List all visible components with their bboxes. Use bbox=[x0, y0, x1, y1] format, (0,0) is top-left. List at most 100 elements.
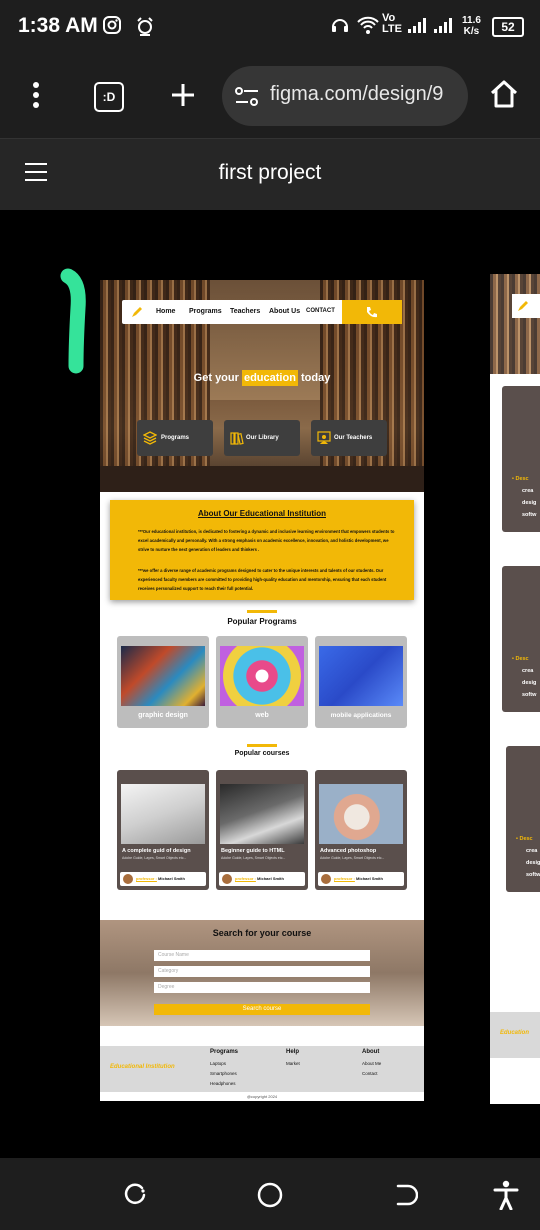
accessibility-icon[interactable] bbox=[492, 1180, 520, 1215]
figma-canvas[interactable]: Home Programs Teachers About Us CONTACT … bbox=[0, 210, 540, 1158]
course-subtitle: Adobe Guide, Layes, Smart Objects etc... bbox=[320, 856, 385, 860]
course-title: A complete guid of design bbox=[122, 848, 191, 854]
popular-programs-title: Popular Programs bbox=[227, 617, 297, 626]
nav-link-home[interactable]: Home bbox=[156, 308, 175, 315]
avatar bbox=[321, 874, 331, 884]
course-professor: professor : Michael Smith bbox=[219, 872, 305, 886]
partial-card: • Desc crea desig softw bbox=[502, 386, 540, 532]
program-label: graphic design bbox=[138, 712, 188, 719]
nav-link-contact[interactable]: CONTACT bbox=[306, 308, 335, 314]
design-frame-partial[interactable]: • Desc crea desig softw • Desc crea desi… bbox=[490, 274, 540, 1104]
headphones-icon bbox=[330, 15, 350, 40]
graphic-design-image bbox=[121, 646, 205, 706]
course-title: Beginner guide to HTML bbox=[221, 848, 285, 854]
program-card-web[interactable]: web bbox=[216, 636, 308, 728]
wifi-icon bbox=[356, 15, 380, 40]
footer-heading: Help bbox=[286, 1049, 300, 1055]
section-divider bbox=[247, 744, 277, 747]
site-footer: Educational Institution Programs Laptops… bbox=[100, 1046, 424, 1092]
library-shelf bbox=[490, 274, 540, 374]
program-label: web bbox=[255, 712, 269, 719]
program-card-graphic-design[interactable]: graphic design bbox=[117, 636, 209, 728]
category-input[interactable]: Category bbox=[154, 966, 370, 977]
figma-header: first project bbox=[0, 139, 540, 210]
pencil-logo-icon bbox=[130, 305, 144, 324]
hero-card-teachers[interactable]: Our Teachers bbox=[311, 420, 387, 456]
signal-icon-1 bbox=[406, 15, 430, 40]
program-label: mobile applications bbox=[330, 712, 392, 719]
footer-heading: Programs bbox=[210, 1049, 239, 1055]
search-title: Search for your course bbox=[212, 928, 312, 938]
status-time: 1:38 AM bbox=[18, 14, 98, 37]
nav-link-teachers[interactable]: Teachers bbox=[230, 308, 260, 315]
library-floor bbox=[100, 466, 424, 492]
footer-heading: About bbox=[362, 1049, 380, 1055]
hero-title-highlight: education bbox=[241, 370, 298, 386]
about-paragraph-1: ***Our educational institution, is dedic… bbox=[138, 529, 395, 552]
program-card-mobile-applications[interactable]: mobile applications bbox=[315, 636, 407, 728]
footer-link[interactable]: Contact bbox=[362, 1071, 378, 1076]
avatar bbox=[123, 874, 133, 884]
course-professor: professor : Michael Smith bbox=[318, 872, 404, 886]
about-section: About Our Educational Institution ***Our… bbox=[110, 500, 414, 600]
annotation-stroke bbox=[58, 268, 94, 383]
footer-link[interactable]: About Me bbox=[362, 1061, 381, 1066]
course-subtitle: Adobe Guide, Layes, Smart Objects etc... bbox=[221, 856, 286, 860]
web-image bbox=[220, 646, 304, 706]
site-settings-icon[interactable] bbox=[234, 86, 260, 113]
status-bar: 1:38 AM Vo LTE 11.6 K/s 52 bbox=[0, 0, 540, 56]
partial-card: • Desc crea desig softw bbox=[506, 746, 540, 892]
course-card[interactable]: A complete guid of design Adobe Guide, L… bbox=[117, 770, 209, 890]
hero-card-library[interactable]: Our Library bbox=[224, 420, 300, 456]
partial-card: • Desc crea desig softw bbox=[502, 566, 540, 712]
partial-footer: Education bbox=[490, 1012, 540, 1058]
hero-card-programs[interactable]: Programs bbox=[137, 420, 213, 456]
search-course-button[interactable]: Search course bbox=[154, 1004, 370, 1015]
signal-icon-2 bbox=[432, 15, 456, 40]
about-title: About Our Educational Institution bbox=[198, 509, 326, 518]
course-title: Advanced photoshop bbox=[320, 848, 377, 854]
design-frame[interactable]: Home Programs Teachers About Us CONTACT … bbox=[100, 280, 424, 1101]
mobile-apps-image bbox=[319, 646, 403, 706]
footer-brand: Educational Institution bbox=[110, 1064, 175, 1070]
footer-link[interactable]: Laptops bbox=[210, 1061, 226, 1066]
url-bar[interactable]: figma.com/design/9 bbox=[222, 66, 468, 126]
course-name-input[interactable]: Course Name bbox=[154, 950, 370, 961]
footer-link[interactable]: Smartphones bbox=[210, 1071, 237, 1076]
course-card[interactable]: Beginner guide to HTML Adobe Guide, Laye… bbox=[216, 770, 308, 890]
about-paragraph-2: ***we offer a diverse range of academic … bbox=[138, 568, 387, 591]
course-stone-image bbox=[319, 784, 403, 844]
new-tab-icon[interactable] bbox=[168, 80, 198, 115]
popular-courses-title: Popular courses bbox=[234, 750, 290, 757]
network-speed: 11.6 K/s bbox=[462, 15, 481, 37]
tab-switcher-button[interactable]: :D bbox=[94, 82, 124, 112]
course-meeting-image bbox=[220, 784, 304, 844]
hero-title: Get your education today bbox=[193, 370, 331, 386]
course-card[interactable]: Advanced photoshop Adobe Guide, Layes, S… bbox=[315, 770, 407, 890]
search-section: Search for your course Course Name Categ… bbox=[100, 920, 424, 1026]
course-professor: professor : Michael Smith bbox=[120, 872, 206, 886]
copyright-text: @copyright 2024 bbox=[246, 1094, 278, 1099]
alarm-icon bbox=[134, 15, 156, 42]
home-icon[interactable] bbox=[488, 78, 520, 115]
partial-navbar bbox=[512, 294, 540, 318]
footer-link[interactable]: Headphones bbox=[210, 1081, 236, 1086]
overflow-menu-icon[interactable] bbox=[26, 80, 46, 115]
course-laptop-image bbox=[121, 784, 205, 844]
nav-call-button[interactable] bbox=[342, 300, 402, 324]
battery-indicator: 52 bbox=[492, 17, 524, 37]
android-navigation-bar bbox=[0, 1158, 540, 1230]
home-button-icon[interactable] bbox=[256, 1181, 284, 1214]
hero-section: Home Programs Teachers About Us CONTACT … bbox=[100, 280, 424, 492]
nav-link-programs[interactable]: Programs bbox=[189, 308, 222, 315]
avatar bbox=[222, 874, 232, 884]
footer-link[interactable]: Market bbox=[286, 1061, 300, 1066]
volte-indicator: Vo LTE bbox=[382, 12, 402, 35]
nav-link-about[interactable]: About Us bbox=[269, 308, 300, 315]
file-title: first project bbox=[218, 161, 322, 184]
section-divider bbox=[247, 610, 277, 613]
url-text: figma.com/design/9 bbox=[270, 83, 444, 105]
back-icon[interactable] bbox=[392, 1182, 419, 1213]
degree-input[interactable]: Degree bbox=[154, 982, 370, 993]
recents-icon[interactable] bbox=[122, 1182, 148, 1213]
